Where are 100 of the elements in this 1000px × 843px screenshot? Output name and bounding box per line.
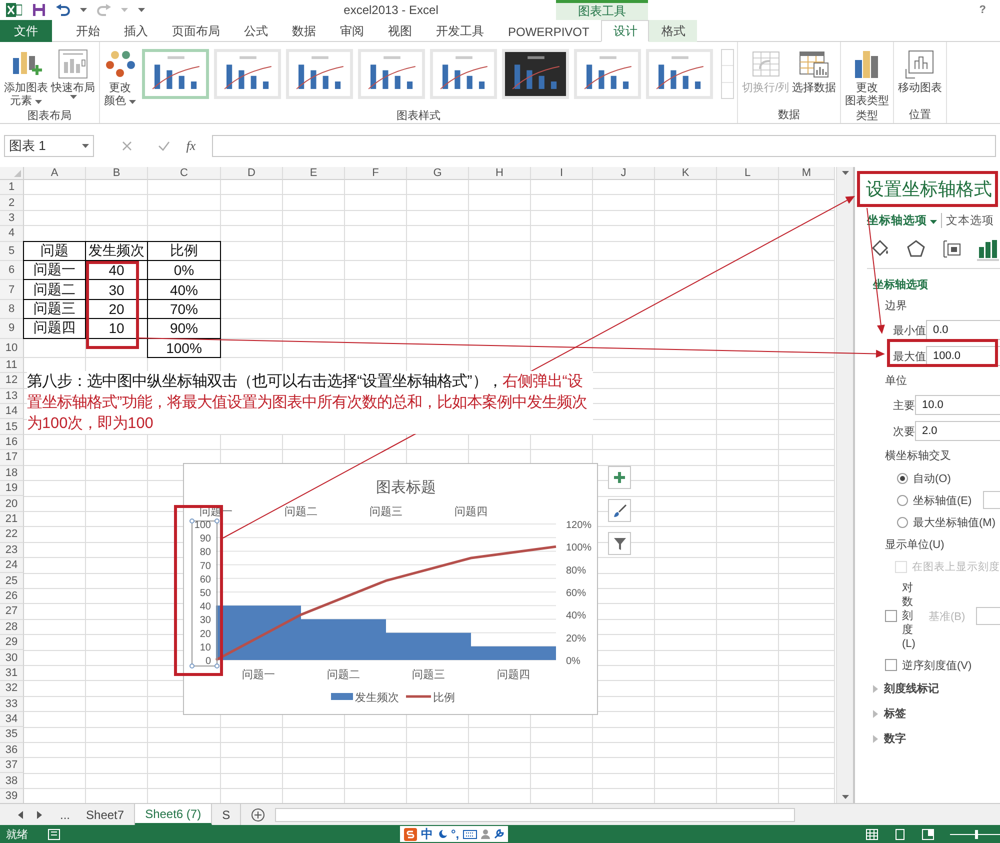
ribbon-tab[interactable]: 开始 <box>64 20 112 42</box>
row-header[interactable]: 18 <box>0 466 24 482</box>
radio-label[interactable]: 自动(O) <box>913 470 951 486</box>
pane-tab[interactable]: 文本选项 <box>941 212 994 228</box>
row-header[interactable]: 30 <box>0 650 24 666</box>
column-header[interactable]: G <box>407 167 469 180</box>
ribbon-tab[interactable]: 开发工具 <box>424 20 496 42</box>
row-header[interactable]: 15 <box>0 419 24 435</box>
collapsible-section[interactable]: 刻度线标记 <box>867 676 1000 701</box>
bar-chart-icon[interactable] <box>978 239 998 259</box>
column-header[interactable]: A <box>24 167 86 180</box>
ribbon-tab[interactable]: POWERPIVOT <box>496 20 602 42</box>
formula-input[interactable] <box>212 134 996 156</box>
row-header[interactable]: 8 <box>0 300 24 320</box>
row-header[interactable]: 7 <box>0 280 24 300</box>
checkbox[interactable] <box>885 610 897 622</box>
row-header[interactable]: 25 <box>0 573 24 589</box>
ribbon-tab[interactable]: 插入 <box>112 20 160 42</box>
page-break-icon[interactable] <box>922 828 934 840</box>
ime-toolbar[interactable]: 中 °, <box>400 826 508 842</box>
chart-style-thumbnail[interactable] <box>214 49 282 99</box>
ribbon-tab[interactable]: 格式 <box>649 20 698 42</box>
ribbon-button[interactable]: 更改 颜色 <box>103 46 138 108</box>
save-icon[interactable] <box>32 3 46 17</box>
radio-button[interactable] <box>897 494 908 506</box>
row-header[interactable]: 12 <box>0 373 24 389</box>
excel-logo-icon[interactable] <box>6 3 22 17</box>
row-header[interactable]: 1 <box>0 180 24 196</box>
column-header[interactable]: C <box>148 167 221 180</box>
input-field[interactable]: 10.0 <box>915 395 1000 415</box>
size-properties-icon[interactable] <box>942 239 962 259</box>
insert-function-button[interactable]: fx <box>176 138 206 154</box>
column-header[interactable]: B <box>86 167 148 180</box>
column-header[interactable]: L <box>717 167 779 180</box>
chart-filter-button[interactable] <box>608 532 631 555</box>
row-header[interactable]: 31 <box>0 666 24 682</box>
row-header[interactable]: 2 <box>0 195 24 211</box>
radio-button[interactable] <box>897 472 908 484</box>
column-header[interactable]: J <box>593 167 655 180</box>
column-header[interactable]: H <box>469 167 531 180</box>
ribbon-button[interactable]: 移动图表 <box>897 46 944 95</box>
vertical-scrollbar[interactable] <box>836 167 853 803</box>
radio-label[interactable]: 坐标轴值(E) <box>913 492 972 508</box>
row-header[interactable]: 19 <box>0 481 24 496</box>
row-header[interactable]: 37 <box>0 758 24 774</box>
zoom-slider-thumb[interactable] <box>975 830 978 838</box>
row-header[interactable]: 21 <box>0 512 24 528</box>
radio-button[interactable] <box>897 516 908 528</box>
row-header[interactable]: 29 <box>0 634 24 650</box>
macro-record-icon[interactable] <box>48 828 60 840</box>
ribbon-button[interactable]: 更改 图表类型 <box>844 46 890 108</box>
normal-view-icon[interactable] <box>866 828 878 840</box>
radio-label[interactable]: 最大坐标轴值(M) <box>913 514 996 530</box>
row-header[interactable]: 32 <box>0 681 24 696</box>
ribbon-tab[interactable]: 设计 <box>601 20 650 42</box>
next-sheet-icon[interactable] <box>37 810 42 818</box>
row-header[interactable]: 16 <box>0 434 24 450</box>
sheet-tab[interactable]: Sheet6 (7) <box>135 804 212 825</box>
collapsible-section[interactable]: 标签 <box>867 701 1000 726</box>
ribbon-tab[interactable]: 公式 <box>232 20 280 42</box>
column-header[interactable]: F <box>345 167 407 180</box>
checkbox-label[interactable]: 逆序刻度值(V) <box>902 658 972 672</box>
ribbon-button[interactable]: 快速布局 <box>50 46 96 99</box>
chart-style-thumbnail[interactable] <box>430 49 498 99</box>
row-header[interactable]: 10 <box>0 338 24 358</box>
row-header[interactable]: 28 <box>0 620 24 635</box>
row-header[interactable]: 11 <box>0 358 24 374</box>
column-header[interactable]: E <box>283 167 345 180</box>
column-header[interactable]: D <box>221 167 283 180</box>
paint-bucket-icon[interactable] <box>870 239 890 259</box>
ribbon-tab[interactable]: 文件 <box>0 20 52 42</box>
check-icon[interactable] <box>158 140 170 150</box>
chart-style-thumbnail[interactable] <box>358 49 426 99</box>
row-header[interactable]: 36 <box>0 742 24 758</box>
column-header[interactable]: K <box>655 167 717 180</box>
checkbox[interactable] <box>885 659 897 671</box>
checkbox-label[interactable]: 对数刻度(L) <box>902 581 916 651</box>
pentagon-icon[interactable] <box>906 239 926 259</box>
row-header[interactable]: 17 <box>0 450 24 466</box>
row-header[interactable]: 26 <box>0 588 24 604</box>
ribbon-tab[interactable]: 审阅 <box>328 20 376 42</box>
row-header[interactable]: 23 <box>0 542 24 558</box>
axis-selection-frame[interactable] <box>190 518 220 668</box>
row-header[interactable]: 4 <box>0 226 24 242</box>
ribbon-tab[interactable]: 数据 <box>280 20 328 42</box>
column-header[interactable]: M <box>779 167 835 180</box>
ribbon-tab[interactable]: 页面布局 <box>160 20 232 42</box>
undo-icon[interactable] <box>56 4 70 16</box>
row-header[interactable]: 20 <box>0 496 24 512</box>
row-header[interactable]: 6 <box>0 260 24 280</box>
row-header[interactable]: 22 <box>0 527 24 543</box>
row-header[interactable]: 34 <box>0 712 24 728</box>
help-button[interactable]: ? <box>979 4 986 16</box>
add-sheet-icon[interactable] <box>251 808 266 822</box>
chart-style-thumbnail[interactable] <box>142 49 210 99</box>
horizontal-scrollbar[interactable] <box>275 808 796 822</box>
page-layout-icon[interactable] <box>894 828 906 840</box>
row-header[interactable]: 13 <box>0 388 24 404</box>
chart-style-thumbnail[interactable] <box>574 49 642 99</box>
row-header[interactable]: 9 <box>0 319 24 339</box>
